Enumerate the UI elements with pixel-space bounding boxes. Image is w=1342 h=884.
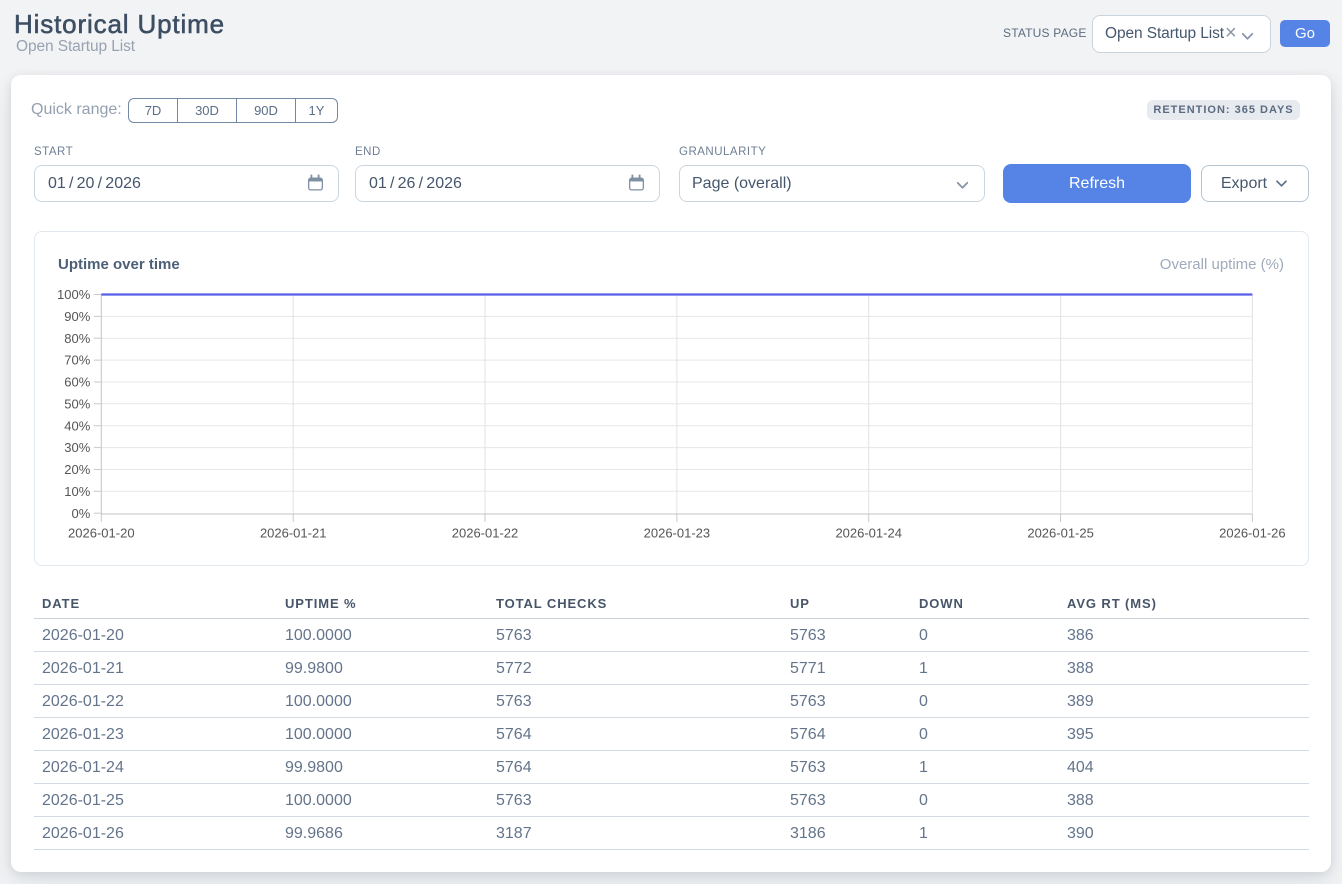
svg-text:60%: 60% [64, 375, 90, 390]
svg-text:2026-01-22: 2026-01-22 [452, 526, 519, 541]
svg-text:2026-01-20: 2026-01-20 [68, 526, 135, 541]
svg-text:100%: 100% [57, 287, 91, 302]
svg-text:2026-01-26: 2026-01-26 [1219, 526, 1286, 541]
svg-text:2026-01-21: 2026-01-21 [260, 526, 327, 541]
svg-text:20%: 20% [64, 462, 90, 477]
svg-text:80%: 80% [64, 331, 90, 346]
svg-text:30%: 30% [64, 440, 90, 455]
svg-text:0%: 0% [72, 506, 91, 521]
svg-text:70%: 70% [64, 353, 90, 368]
svg-text:2026-01-23: 2026-01-23 [644, 526, 711, 541]
svg-text:40%: 40% [64, 418, 90, 433]
svg-text:50%: 50% [64, 396, 90, 411]
svg-text:10%: 10% [64, 484, 90, 499]
svg-text:2026-01-25: 2026-01-25 [1027, 526, 1094, 541]
svg-text:2026-01-24: 2026-01-24 [835, 526, 902, 541]
svg-text:90%: 90% [64, 309, 90, 324]
